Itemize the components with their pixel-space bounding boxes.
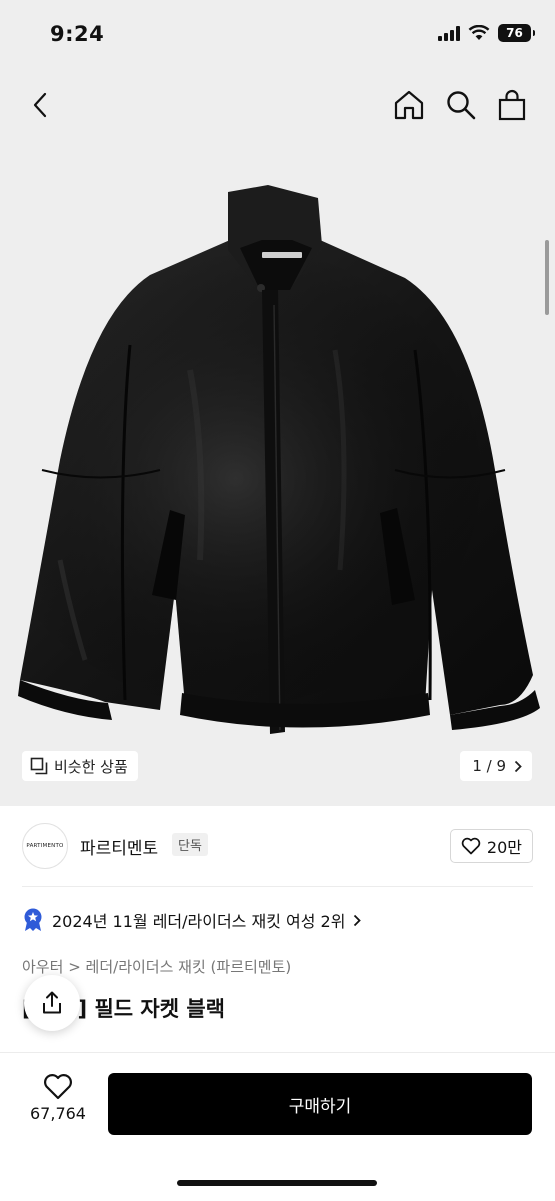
wishlist-count: 67,764 bbox=[30, 1104, 86, 1123]
breadcrumb: 아우터 > 레더/라이더스 재킷 (파르티멘토) bbox=[22, 956, 291, 977]
brand-name[interactable]: 파르티멘토 bbox=[80, 834, 158, 859]
chevron-right-icon bbox=[514, 760, 522, 772]
brand-logo-text: PARTIMENTO bbox=[26, 843, 64, 849]
buy-button[interactable]: 구매하기 bbox=[108, 1073, 532, 1135]
search-icon bbox=[447, 91, 476, 120]
breadcrumb-category[interactable]: 아우터 bbox=[22, 958, 63, 976]
heart-icon bbox=[44, 1074, 72, 1100]
similar-products-button[interactable]: 비슷한 상품 bbox=[22, 751, 138, 781]
top-navigation bbox=[0, 70, 555, 140]
back-arrow-icon bbox=[33, 92, 47, 118]
share-icon bbox=[43, 991, 61, 1014]
wishlist-button[interactable]: 67,764 bbox=[20, 1073, 96, 1123]
heart-icon bbox=[461, 837, 481, 855]
home-button[interactable] bbox=[391, 87, 427, 123]
wifi-icon bbox=[468, 25, 490, 40]
chevron-right-icon bbox=[354, 914, 362, 926]
breadcrumb-subcategory[interactable]: 레더/라이더스 재킷 (파르티멘토) bbox=[86, 958, 292, 976]
scroll-indicator bbox=[545, 240, 549, 315]
share-button[interactable] bbox=[24, 975, 80, 1031]
image-counter: 1 / 9 bbox=[472, 757, 506, 775]
shopping-bag-icon bbox=[498, 89, 526, 121]
back-button[interactable] bbox=[22, 87, 58, 123]
home-indicator bbox=[177, 1180, 377, 1186]
status-icons: 76 bbox=[438, 24, 535, 42]
exclusive-badge: 단독 bbox=[172, 833, 208, 856]
bottom-purchase-bar: 67,764 구매하기 bbox=[0, 1052, 555, 1201]
brand-row: PARTIMENTO 파르티멘토 단독 20만 bbox=[22, 820, 533, 872]
brand-logo[interactable]: PARTIMENTO bbox=[22, 823, 68, 869]
status-time: 9:24 bbox=[50, 22, 105, 46]
ranking-medal-icon bbox=[24, 908, 42, 931]
status-bar: 9:24 76 bbox=[0, 0, 555, 70]
divider bbox=[22, 886, 533, 887]
home-icon bbox=[394, 90, 424, 120]
breadcrumb-separator: > bbox=[68, 958, 81, 976]
leather-jacket-image bbox=[18, 185, 540, 734]
cart-button[interactable] bbox=[494, 87, 530, 123]
similar-products-label: 비슷한 상품 bbox=[54, 757, 128, 776]
battery-icon: 76 bbox=[498, 24, 535, 42]
image-counter-button[interactable]: 1 / 9 bbox=[460, 751, 532, 781]
ranking-link[interactable]: 2024년 11월 레더/라이더스 재킷 여성 2위 bbox=[22, 908, 362, 932]
product-image-carousel[interactable]: 비슷한 상품 1 / 9 bbox=[0, 140, 555, 806]
cellular-signal-icon bbox=[438, 25, 460, 41]
copy-icon bbox=[30, 757, 48, 775]
brand-like-count: 20만 bbox=[486, 838, 522, 857]
ranking-text: 2024년 11월 레더/라이더스 재킷 여성 2위 bbox=[52, 912, 346, 931]
search-button[interactable] bbox=[443, 87, 479, 123]
brand-like-button[interactable]: 20만 bbox=[449, 829, 533, 863]
